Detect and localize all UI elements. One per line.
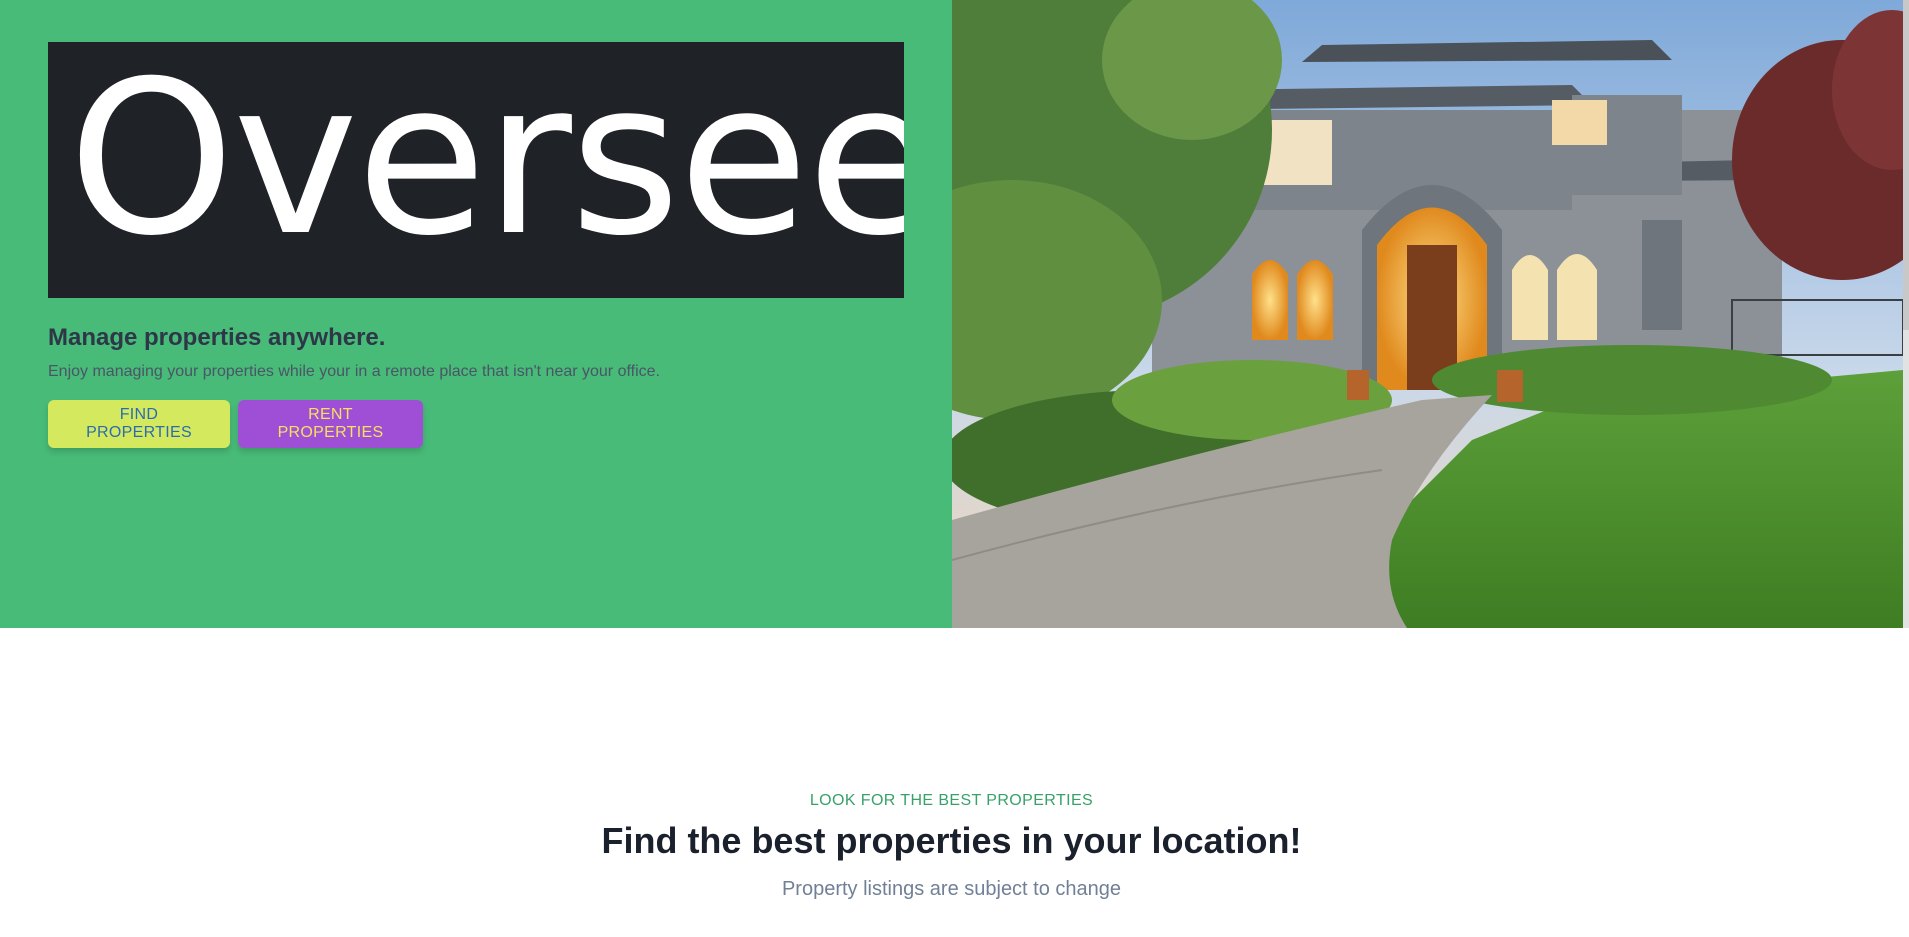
hero-actions: FIND PROPERTIES RENT PROPERTIES bbox=[48, 400, 423, 448]
scrollbar[interactable] bbox=[1903, 0, 1909, 628]
section-eyebrow: LOOK FOR THE BEST PROPERTIES bbox=[809, 792, 1094, 809]
section-subtitle: Property listings are subject to change bbox=[781, 878, 1122, 900]
hero-section: Overseer Manage properties anywhere. Enj… bbox=[0, 0, 1903, 628]
hero-subline: Enjoy managing your properties while you… bbox=[48, 363, 660, 380]
section-title: Find the best properties in your locatio… bbox=[601, 820, 1302, 861]
brand-logo: Overseer bbox=[48, 42, 904, 298]
hero-panel: Overseer Manage properties anywhere. Enj… bbox=[0, 0, 952, 628]
logo-text: Overseer bbox=[68, 42, 904, 282]
rent-properties-button[interactable]: RENT PROPERTIES bbox=[238, 400, 423, 448]
hero-headline: Manage properties anywhere. bbox=[48, 324, 386, 351]
scrollbar-thumb[interactable] bbox=[1903, 0, 1909, 330]
hero-house-image bbox=[952, 0, 1903, 628]
listing-section: LOOK FOR THE BEST PROPERTIES Find the be… bbox=[0, 628, 1903, 937]
find-properties-button[interactable]: FIND PROPERTIES bbox=[48, 400, 230, 448]
